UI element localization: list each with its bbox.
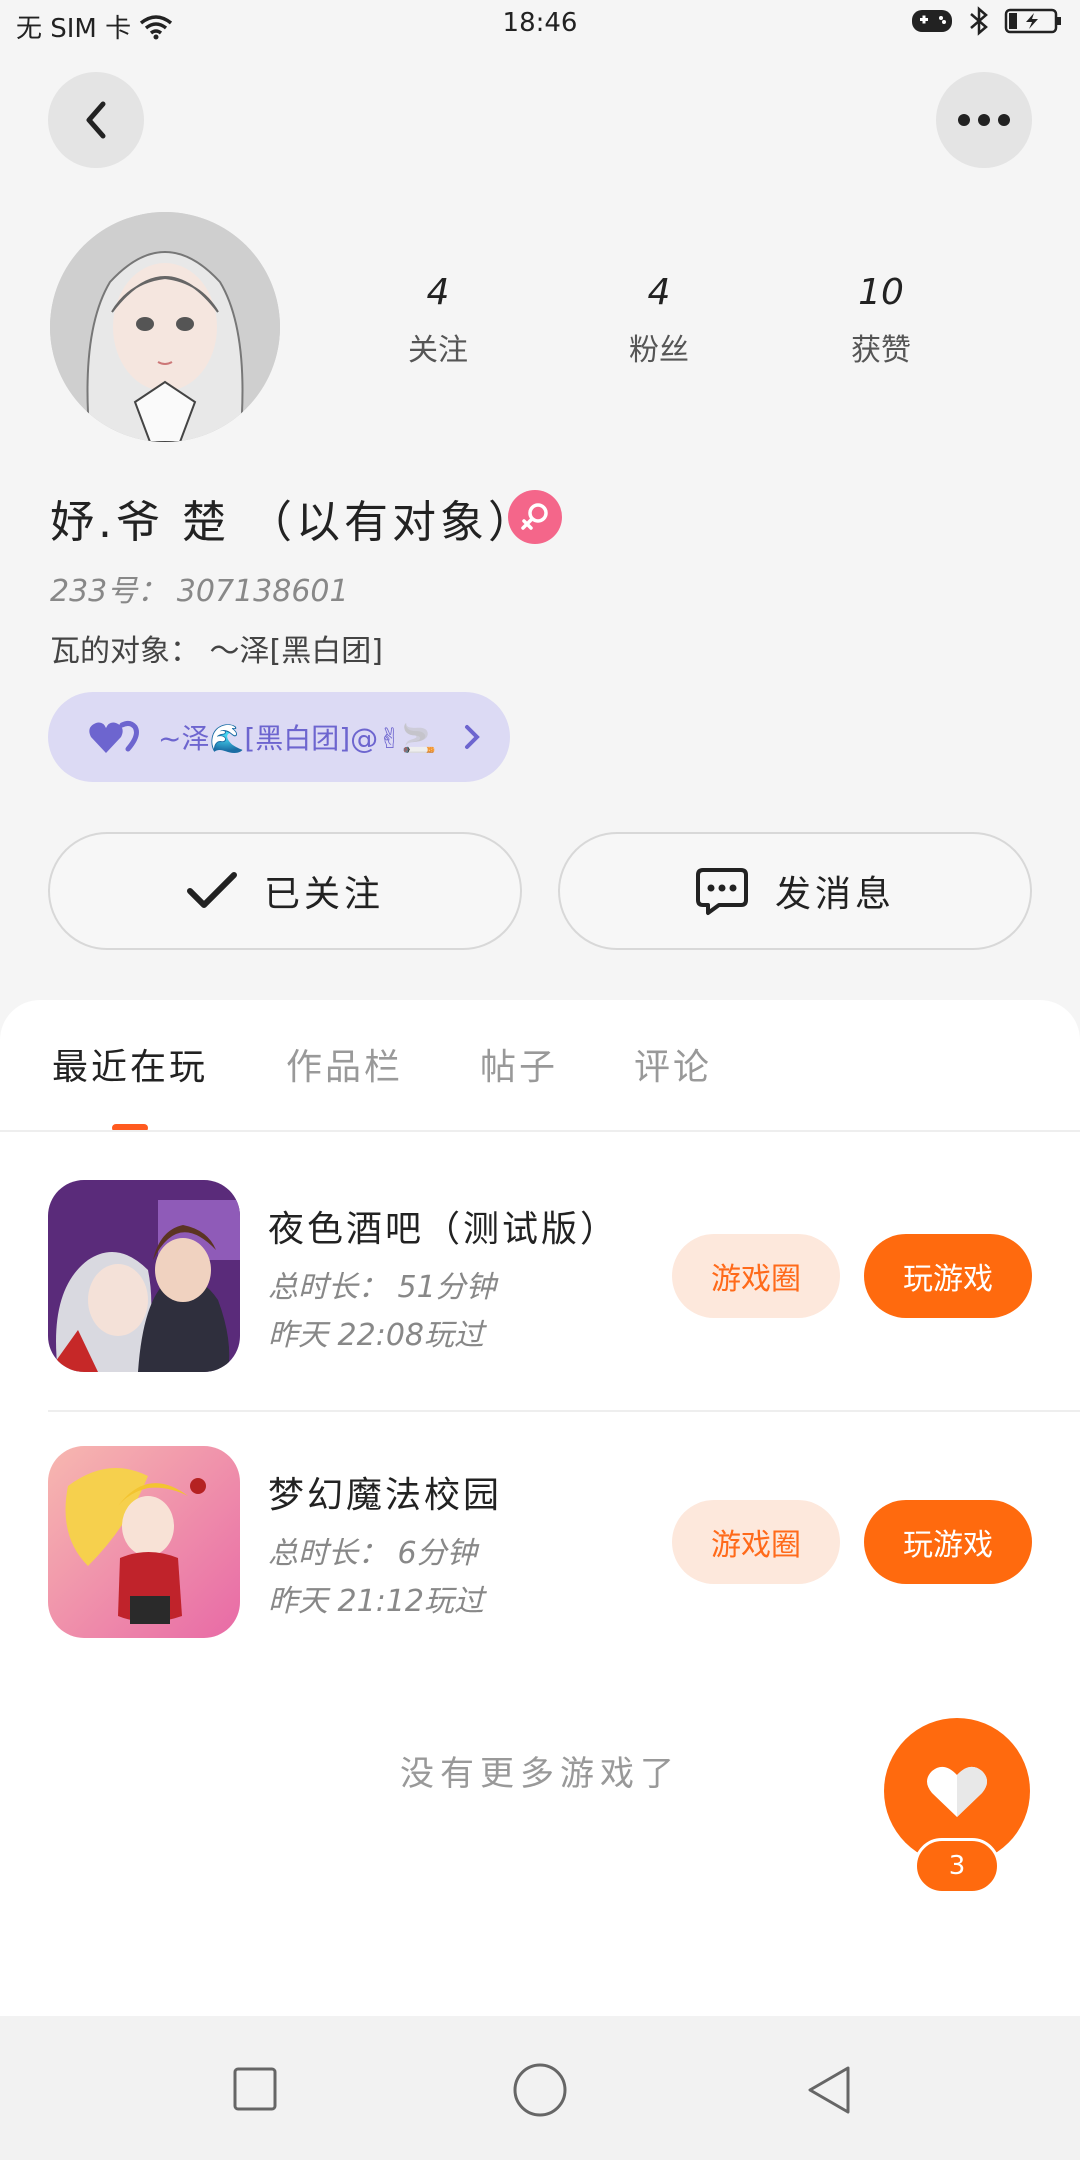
status-right: [910, 6, 1064, 36]
game-icon-magic-campus[interactable]: [48, 1446, 240, 1638]
game-cover-image: [48, 1180, 240, 1372]
like-count-badge: 3: [914, 1838, 1000, 1894]
system-nav-bar: [0, 2016, 1080, 2160]
game-title: 梦幻魔法校园: [268, 1475, 503, 1516]
back-button[interactable]: [48, 72, 144, 168]
row-divider: [48, 1410, 1080, 1412]
game-title: 夜色酒吧（测试版）: [268, 1209, 620, 1250]
gender-badge: [508, 490, 562, 544]
more-button[interactable]: [936, 72, 1032, 168]
home-icon[interactable]: [512, 2062, 568, 2118]
game-circle-button[interactable]: 游戏圈: [672, 1500, 840, 1584]
game-last-played: 昨天 22:08玩过: [268, 1318, 484, 1353]
message-button[interactable]: 发消息: [558, 832, 1032, 950]
heart-pair-icon: [89, 720, 139, 753]
stat-likes[interactable]: 10 获赞: [801, 272, 961, 369]
followed-label: 已关注: [263, 874, 384, 915]
tab-comments[interactable]: 评论: [634, 1038, 712, 1090]
followed-button[interactable]: 已关注: [48, 832, 522, 950]
heart-icon: [927, 1766, 987, 1817]
stat-followers[interactable]: 4 粉丝: [579, 272, 739, 369]
user-id: 233号： 307138601: [50, 574, 349, 609]
play-game-button[interactable]: 玩游戏: [864, 1500, 1032, 1584]
chevron-right-icon: [464, 725, 480, 749]
avatar-image: [50, 212, 280, 442]
stat-label: 关注: [408, 333, 468, 368]
recent-apps-icon[interactable]: [232, 2066, 278, 2112]
stat-label: 粉丝: [629, 333, 689, 368]
tab-works[interactable]: 作品栏: [286, 1038, 403, 1090]
game-circle-button[interactable]: 游戏圈: [672, 1234, 840, 1318]
status-bar: 无 SIM 卡 18:46: [0, 0, 1080, 52]
more-dots-icon: [958, 114, 1010, 126]
partner-chip[interactable]: ~泽🌊[黑白团]@✌🚬: [48, 692, 510, 782]
nickname: 妤.爷 楚 （以有对象）: [50, 497, 536, 548]
check-icon: [186, 872, 237, 908]
play-game-button[interactable]: 玩游戏: [864, 1234, 1032, 1318]
battery-charging-icon: [1004, 8, 1061, 34]
game-icon: [912, 10, 952, 32]
stat-label: 获赞: [851, 333, 911, 368]
game-icon-nightbar[interactable]: [48, 1180, 240, 1372]
tab-posts[interactable]: 帖子: [480, 1038, 558, 1090]
avatar[interactable]: [50, 212, 280, 442]
tab-recently-played[interactable]: 最近在玩: [52, 1038, 208, 1090]
tabs-divider: [0, 1130, 1080, 1132]
back-nav-icon[interactable]: [804, 2064, 854, 2116]
stat-value: 4: [426, 272, 450, 313]
bluetooth-icon: [970, 6, 988, 36]
game-duration: 总时长： 51分钟: [268, 1270, 496, 1305]
chat-bubble-icon: [695, 868, 748, 915]
game-cover-image: [48, 1446, 240, 1638]
female-icon: [521, 503, 548, 530]
chevron-left-icon: [86, 101, 106, 139]
partner-chip-label: ~泽🌊[黑白团]@✌🚬: [158, 722, 437, 755]
stat-value: 4: [647, 272, 671, 313]
stat-value: 10: [858, 272, 904, 313]
partner-info: 瓦的对象： ～泽[黑白团]: [50, 634, 383, 669]
stat-following[interactable]: 4 关注: [358, 272, 518, 369]
message-label: 发消息: [774, 874, 895, 915]
game-last-played: 昨天 21:12玩过: [268, 1584, 484, 1619]
game-duration: 总时长： 6分钟: [268, 1536, 477, 1571]
